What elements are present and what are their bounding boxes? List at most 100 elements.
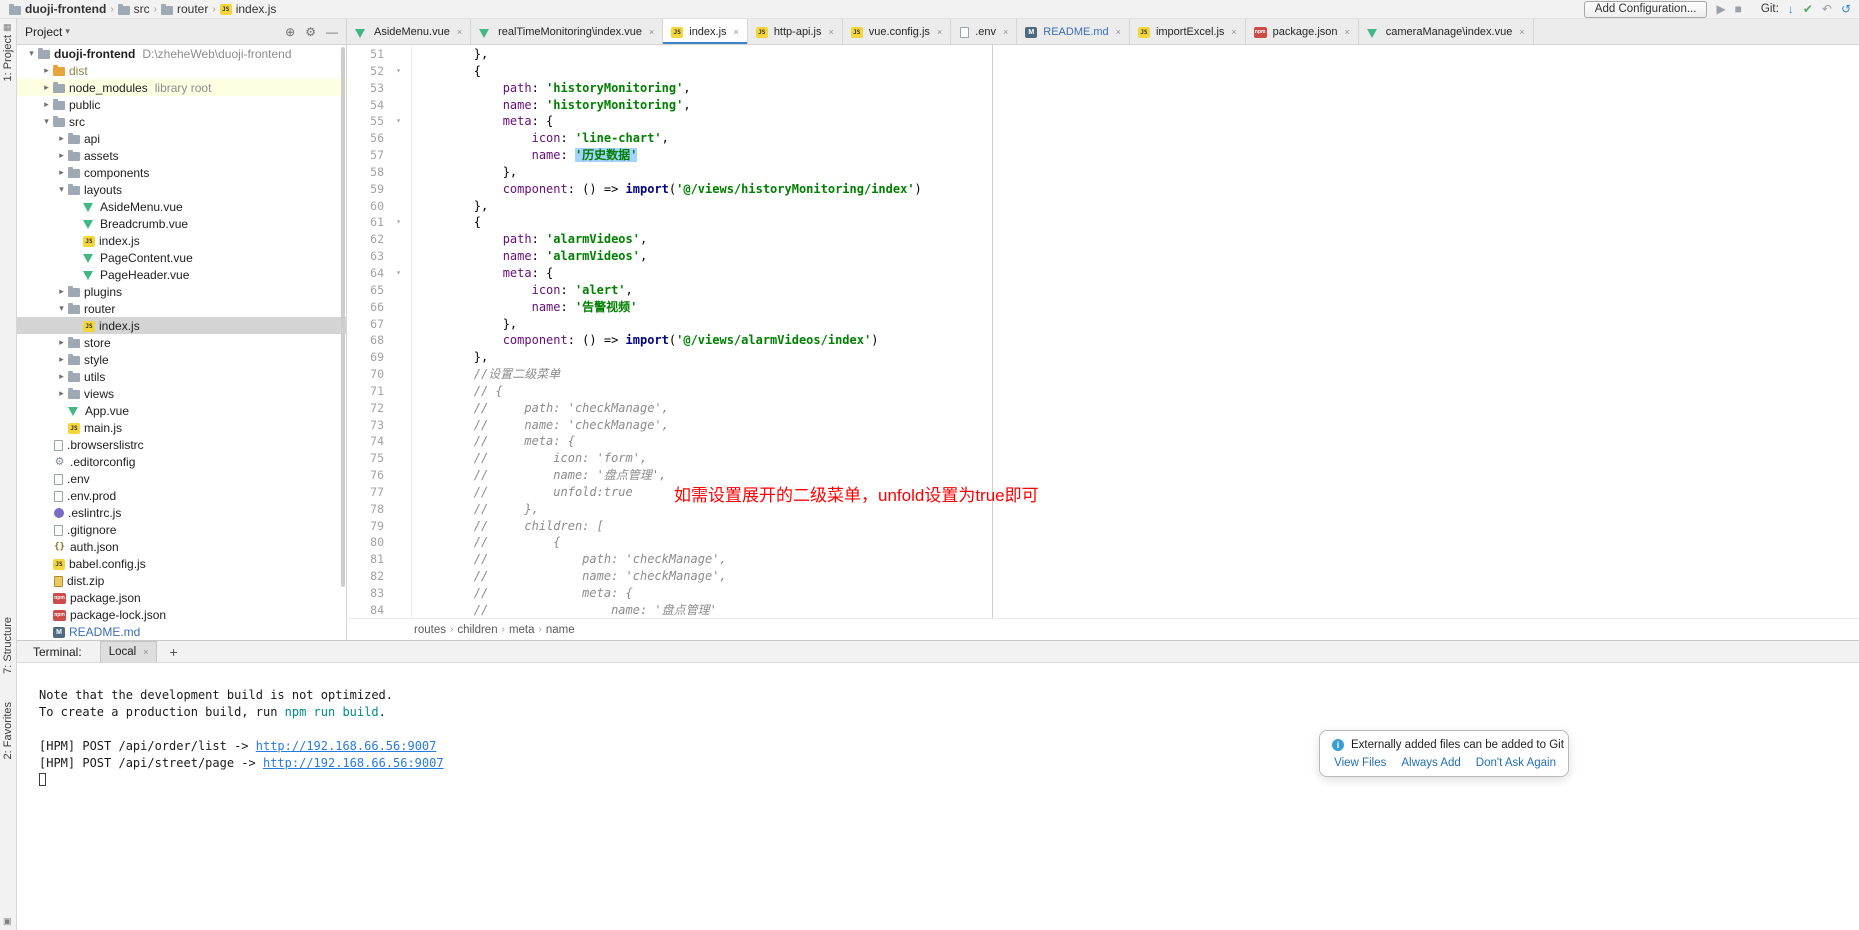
tree-row[interactable]: .env bbox=[17, 470, 346, 487]
editor-tab[interactable]: JSindex.js× bbox=[663, 19, 748, 44]
tree-row[interactable]: ▾layouts bbox=[17, 181, 346, 198]
tree-row[interactable]: PageHeader.vue bbox=[17, 266, 346, 283]
code-line[interactable]: 77 // unfold:true bbox=[348, 484, 1859, 501]
tree-row[interactable]: .gitignore bbox=[17, 521, 346, 538]
tree-row[interactable]: ▸public bbox=[17, 96, 346, 113]
tree-row[interactable]: ▸style bbox=[17, 351, 346, 368]
notification-action[interactable]: Don't Ask Again bbox=[1476, 757, 1556, 769]
code-line[interactable]: 58 }, bbox=[348, 164, 1859, 181]
settings-icon[interactable]: ⚙ bbox=[305, 25, 316, 39]
chevron-down-icon[interactable]: ▾ bbox=[65, 26, 70, 37]
run-icon[interactable]: ▶ bbox=[1716, 1, 1725, 18]
editor-tab[interactable]: cameraManage\index.vue× bbox=[1359, 19, 1534, 44]
close-icon[interactable]: × bbox=[1231, 27, 1236, 37]
tree-row[interactable]: dist.zip bbox=[17, 572, 346, 589]
tree-row[interactable]: ▸assets bbox=[17, 147, 346, 164]
close-icon[interactable]: × bbox=[829, 27, 834, 37]
fold-marker-icon[interactable]: ▾ bbox=[386, 63, 412, 80]
chevron-right-icon[interactable]: ▸ bbox=[55, 371, 68, 382]
code-line[interactable]: 59 component: () => import('@/views/hist… bbox=[348, 181, 1859, 198]
code-breadcrumb-item[interactable]: routes bbox=[410, 624, 450, 636]
close-icon[interactable]: × bbox=[1116, 27, 1121, 37]
fold-marker-icon[interactable]: ▾ bbox=[386, 214, 412, 231]
chevron-right-icon[interactable]: ▸ bbox=[55, 150, 68, 161]
chevron-right-icon[interactable]: ▸ bbox=[55, 388, 68, 399]
code-line[interactable]: 83 // meta: { bbox=[348, 585, 1859, 602]
chevron-right-icon[interactable]: ▸ bbox=[55, 354, 68, 365]
tree-row[interactable]: MREADME.md bbox=[17, 623, 346, 640]
fold-marker-icon[interactable]: ▾ bbox=[386, 265, 412, 282]
tree-row[interactable]: JSindex.js bbox=[17, 232, 346, 249]
code-line[interactable]: 69 }, bbox=[348, 349, 1859, 366]
chevron-right-icon[interactable]: ▸ bbox=[55, 133, 68, 144]
code-line[interactable]: 73 // name: 'checkManage', bbox=[348, 417, 1859, 434]
editor-tab[interactable]: npmpackage.json× bbox=[1246, 19, 1359, 44]
add-configuration-button[interactable]: Add Configuration... bbox=[1584, 1, 1708, 18]
notification-action[interactable]: View Files bbox=[1334, 757, 1386, 769]
close-icon[interactable]: × bbox=[937, 27, 942, 37]
tree-row[interactable]: AsideMenu.vue bbox=[17, 198, 346, 215]
chevron-right-icon[interactable]: ▸ bbox=[40, 65, 53, 76]
tree-row[interactable]: ▸views bbox=[17, 385, 346, 402]
code-line[interactable]: 56 icon: 'line-chart', bbox=[348, 130, 1859, 147]
code-line[interactable]: 66 name: '告警视频' bbox=[348, 299, 1859, 316]
tree-row[interactable]: .eslintrc.js bbox=[17, 504, 346, 521]
tree-row[interactable]: ▸components bbox=[17, 164, 346, 181]
chevron-down-icon[interactable]: ▾ bbox=[25, 48, 38, 59]
editor-tab[interactable]: JSvue.config.js× bbox=[843, 19, 951, 44]
close-icon[interactable]: × bbox=[457, 27, 462, 37]
close-icon[interactable]: × bbox=[734, 27, 739, 37]
project-panel-title[interactable]: Project bbox=[25, 25, 62, 39]
editor-tab[interactable]: JSimportExcel.js× bbox=[1130, 19, 1246, 44]
chevron-right-icon[interactable]: ▸ bbox=[55, 286, 68, 297]
code-line[interactable]: 81 // path: 'checkManage', bbox=[348, 551, 1859, 568]
tree-row[interactable]: .browserslistrc bbox=[17, 436, 346, 453]
code-area[interactable]: 51 },52▾ {53 path: 'historyMonitoring',5… bbox=[348, 46, 1859, 619]
code-line[interactable]: 80 // { bbox=[348, 534, 1859, 551]
locate-file-icon[interactable]: ⊕ bbox=[285, 25, 295, 39]
tree-row[interactable]: ▸node_moduleslibrary root bbox=[17, 79, 346, 96]
tree-row[interactable]: ▾router bbox=[17, 300, 346, 317]
code-line[interactable]: 53 path: 'historyMonitoring', bbox=[348, 80, 1859, 97]
tree-row[interactable]: {}auth.json bbox=[17, 538, 346, 555]
chevron-down-icon[interactable]: ▾ bbox=[55, 184, 68, 195]
code-line[interactable]: 79 // children: [ bbox=[348, 518, 1859, 535]
chevron-down-icon[interactable]: ▾ bbox=[55, 303, 68, 314]
code-line[interactable]: 84 // name: '盘点管理' bbox=[348, 602, 1859, 619]
chevron-right-icon[interactable]: ▸ bbox=[40, 99, 53, 110]
tree-row[interactable]: PageContent.vue bbox=[17, 249, 346, 266]
tree-row[interactable]: ▸utils bbox=[17, 368, 346, 385]
tree-row[interactable]: ▸plugins bbox=[17, 283, 346, 300]
code-breadcrumb-item[interactable]: children bbox=[453, 624, 501, 636]
editor-tab[interactable]: JShttp-api.js× bbox=[748, 19, 843, 44]
tree-scrollbar[interactable] bbox=[341, 47, 345, 587]
tree-row[interactable]: ▸store bbox=[17, 334, 346, 351]
tree-row[interactable]: App.vue bbox=[17, 402, 346, 419]
close-icon[interactable]: × bbox=[649, 27, 654, 37]
history-icon[interactable]: ↺ bbox=[1841, 1, 1851, 18]
code-line[interactable]: 54 name: 'historyMonitoring', bbox=[348, 97, 1859, 114]
tree-row[interactable]: npmpackage.json bbox=[17, 589, 346, 606]
code-line[interactable]: 71 // { bbox=[348, 383, 1859, 400]
close-icon[interactable]: × bbox=[1345, 27, 1350, 37]
git-rollback-icon[interactable]: ↶ bbox=[1822, 1, 1832, 18]
code-line[interactable]: 82 // name: 'checkManage', bbox=[348, 568, 1859, 585]
chevron-down-icon[interactable]: ▾ bbox=[40, 116, 53, 127]
code-line[interactable]: 52▾ { bbox=[348, 63, 1859, 80]
editor-tab[interactable]: MREADME.md× bbox=[1017, 19, 1130, 44]
code-line[interactable]: 60 }, bbox=[348, 198, 1859, 215]
editor-tab[interactable]: .env× bbox=[951, 19, 1017, 44]
code-line[interactable]: 68 component: () => import('@/views/alar… bbox=[348, 332, 1859, 349]
hide-panel-icon[interactable]: — bbox=[326, 25, 338, 39]
tool-windows-toggle-icon[interactable]: ▣ bbox=[3, 916, 12, 927]
chevron-right-icon[interactable]: ▸ bbox=[55, 167, 68, 178]
code-line[interactable]: 78 // }, bbox=[348, 501, 1859, 518]
tree-row[interactable]: JSmain.js bbox=[17, 419, 346, 436]
close-icon[interactable]: × bbox=[1519, 27, 1524, 37]
tree-row[interactable]: ▸api bbox=[17, 130, 346, 147]
breadcrumb-item[interactable]: duoji-frontend bbox=[6, 2, 109, 16]
tree-row[interactable]: JSbabel.config.js bbox=[17, 555, 346, 572]
code-breadcrumb-item[interactable]: meta bbox=[505, 624, 539, 636]
breadcrumb-item[interactable]: router bbox=[158, 2, 211, 16]
code-line[interactable]: 64▾ meta: { bbox=[348, 265, 1859, 282]
